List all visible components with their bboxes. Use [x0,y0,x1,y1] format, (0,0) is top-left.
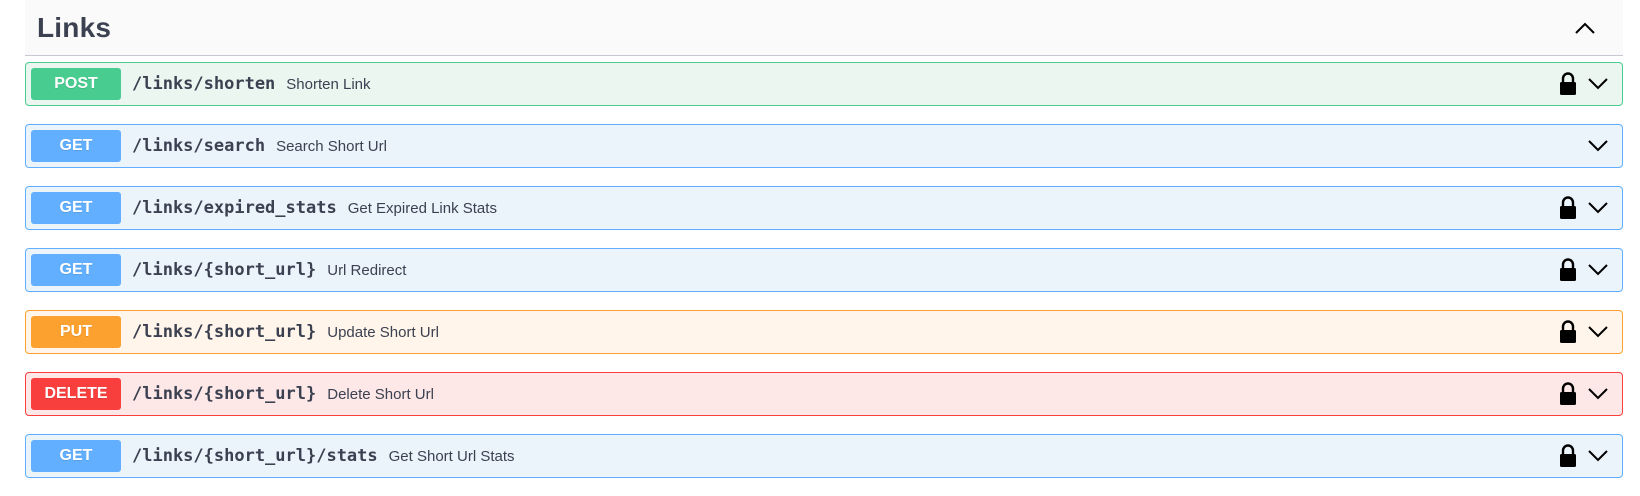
method-badge: DELETE [31,378,121,410]
lock-icon[interactable] [1558,443,1578,469]
lock-icon[interactable] [1558,195,1578,221]
operation-controls [1558,63,1610,105]
method-badge: POST [31,68,121,100]
lock-icon[interactable] [1558,319,1578,345]
operation-controls [1586,125,1610,167]
operation-summary: Shorten Link [286,75,371,93]
chevron-up-icon [1575,22,1595,34]
operation-path: /links/shorten [132,74,276,94]
operation-put-links-short-url[interactable]: PUT /links/{short_url} Update Short Url [25,310,1623,354]
links-section: Links POST /links/shorten Shorten Link G… [25,0,1623,496]
method-badge: PUT [31,316,121,348]
chevron-down-icon[interactable] [1586,444,1610,468]
chevron-down-icon[interactable] [1586,320,1610,344]
operation-path: /links/{short_url} [132,322,317,342]
operation-path: /links/search [132,136,266,156]
operation-path: /links/{short_url} [132,384,317,404]
operation-summary: Url Redirect [327,261,407,279]
method-badge: GET [31,130,121,162]
operation-path: /links/expired_stats [132,198,337,218]
operation-delete-links-short-url[interactable]: DELETE /links/{short_url} Delete Short U… [25,372,1623,416]
operation-controls [1558,311,1610,353]
collapse-section-button[interactable] [1565,8,1605,48]
operation-summary: Update Short Url [327,323,439,341]
operation-get-links-expired-stats[interactable]: GET /links/expired_stats Get Expired Lin… [25,186,1623,230]
chevron-down-icon[interactable] [1586,134,1610,158]
chevron-down-icon[interactable] [1586,258,1610,282]
operation-path: /links/{short_url}/stats [132,446,378,466]
chevron-down-icon[interactable] [1586,382,1610,406]
lock-icon[interactable] [1558,71,1578,97]
method-badge: GET [31,440,121,472]
operation-summary: Search Short Url [276,137,387,155]
method-badge: GET [31,192,121,224]
links-section-header[interactable]: Links [25,0,1623,56]
operation-path: /links/{short_url} [132,260,317,280]
section-title: Links [37,11,112,43]
chevron-down-icon[interactable] [1586,72,1610,96]
chevron-down-icon[interactable] [1586,196,1610,220]
operation-post-links-shorten[interactable]: POST /links/shorten Shorten Link [25,62,1623,106]
lock-icon[interactable] [1558,381,1578,407]
operation-summary: Delete Short Url [327,385,434,403]
operation-get-links-search[interactable]: GET /links/search Search Short Url [25,124,1623,168]
operation-summary: Get Short Url Stats [388,447,515,465]
lock-icon[interactable] [1558,257,1578,283]
operation-controls [1558,187,1610,229]
method-badge: GET [31,254,121,286]
operation-controls [1558,249,1610,291]
operation-controls [1558,373,1610,415]
operations-list: POST /links/shorten Shorten Link GET /li… [25,62,1623,478]
operation-get-links-short-url-stats[interactable]: GET /links/{short_url}/stats Get Short U… [25,434,1623,478]
operation-summary: Get Expired Link Stats [347,199,497,217]
operation-get-links-short-url[interactable]: GET /links/{short_url} Url Redirect [25,248,1623,292]
operation-controls [1558,435,1610,477]
